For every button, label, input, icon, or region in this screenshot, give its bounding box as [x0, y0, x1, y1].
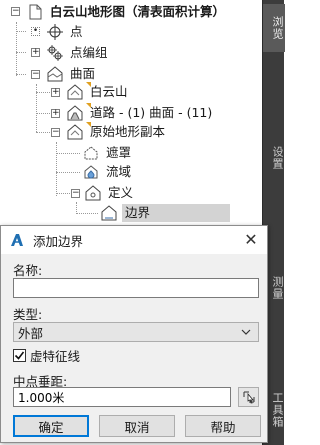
tree-connector: [56, 172, 80, 173]
surfaces-icon: [47, 66, 63, 82]
tree-connector: [76, 213, 98, 214]
tree-item-label: 边界: [122, 204, 231, 222]
expand-toggle[interactable]: +: [51, 109, 60, 118]
chevron-down-icon: [241, 329, 251, 335]
collapse-toggle[interactable]: −: [31, 70, 40, 79]
boundary-icon: [101, 205, 117, 221]
tree-item-label: 原始地形副本: [90, 124, 166, 139]
collapse-toggle[interactable]: −: [51, 128, 60, 137]
pick-from-drawing-icon: [243, 391, 254, 404]
pick-from-drawing-button[interactable]: [238, 387, 259, 407]
point-icon: [47, 24, 63, 40]
close-icon[interactable]: ✕: [243, 232, 259, 248]
tree-item-surfaces[interactable]: 曲面: [46, 64, 97, 84]
tree-item-label: 曲面: [70, 66, 96, 81]
tree-item-label: 点: [70, 24, 83, 39]
surface-icon: [67, 124, 83, 140]
help-button[interactable]: 帮助: [185, 415, 261, 437]
tree-item-label: 白云山: [90, 84, 128, 99]
dialog-title: 添加边界: [33, 233, 84, 249]
type-label: 类型:: [13, 307, 43, 322]
mid-ordinate-input[interactable]: [13, 387, 231, 407]
surface-icon: [67, 105, 83, 121]
type-select[interactable]: 外部: [13, 322, 259, 342]
tree-item-watersheds[interactable]: 流域: [82, 162, 133, 182]
tree-item-surface-original[interactable]: 原始地形副本: [66, 122, 167, 142]
tree-item-drawing[interactable]: 白云山地形图（清表面积计算）: [26, 2, 227, 22]
watershed-icon: [84, 165, 98, 179]
drawing-icon: [29, 4, 42, 20]
tree-connector: [16, 31, 26, 32]
tree-item-label: 流域: [106, 164, 132, 179]
definition-icon: [85, 185, 101, 201]
checkbox[interactable]: [13, 348, 26, 362]
add-boundary-dialog: 添加边界 ✕ 名称: 类型: 外部 虚特征线 中点垂距: 确定 取消 帮助: [0, 225, 268, 443]
tree-item-definition[interactable]: 定义: [84, 183, 135, 203]
tab-prospector[interactable]: 浏览: [263, 4, 285, 52]
prospector-tree: − 白云山地形图（清表面积计算） • 点 + 点编组 − 曲面 + 白云山 + …: [0, 0, 262, 232]
tree-item-point-groups[interactable]: 点编组: [46, 43, 110, 63]
tree-connector: [16, 52, 26, 53]
autodesk-a-icon: [11, 234, 23, 246]
modified-flag-icon: [86, 122, 91, 127]
tree-item-label: 白云山地形图（清表面积计算）: [50, 4, 226, 19]
modified-flag-icon: [86, 103, 91, 108]
tree-item-label: 点编组: [70, 45, 108, 60]
point-group-icon: [47, 45, 63, 61]
tree-item-masks[interactable]: 遮罩: [82, 143, 133, 163]
tree-item-boundaries[interactable]: 边界: [100, 203, 231, 223]
tree-item-surface-baiyunshan[interactable]: 白云山: [66, 82, 130, 102]
tree-item-label: 遮罩: [106, 145, 132, 160]
expand-toggle[interactable]: +: [31, 48, 40, 57]
collapse-toggle[interactable]: −: [11, 7, 20, 16]
tree-item-label: 道路 - (1) 曲面 - (11): [90, 105, 213, 120]
tree-connector: [16, 74, 26, 75]
tree-connector: [56, 193, 70, 194]
tree-item-points[interactable]: 点: [46, 22, 85, 42]
tree-connector: [56, 142, 57, 196]
expand-toggle[interactable]: +: [51, 88, 60, 97]
non-destructive-breakline-checkbox[interactable]: 虚特征线: [13, 346, 80, 364]
tree-connector: [36, 132, 50, 133]
checkbox-label: 虚特征线: [30, 348, 81, 364]
name-label: 名称:: [13, 263, 43, 278]
tree-item-label: 定义: [108, 185, 134, 200]
tree-node-marker: •: [31, 26, 40, 36]
tab-settings[interactable]: 设置: [263, 140, 285, 176]
type-select-value: 外部: [18, 325, 44, 341]
surface-icon: [67, 84, 83, 100]
cancel-button[interactable]: 取消: [99, 415, 175, 437]
collapse-toggle[interactable]: −: [71, 189, 80, 198]
ok-button[interactable]: 确定: [13, 415, 89, 437]
checkmark-icon: [14, 351, 25, 360]
modified-flag-icon: [86, 82, 91, 87]
tree-connector: [56, 153, 80, 154]
name-input[interactable]: [13, 278, 259, 298]
tree-connector: [36, 92, 50, 93]
mask-icon: [84, 146, 98, 160]
dialog-titlebar[interactable]: 添加边界 ✕: [1, 226, 267, 254]
tree-connector: [36, 113, 50, 114]
